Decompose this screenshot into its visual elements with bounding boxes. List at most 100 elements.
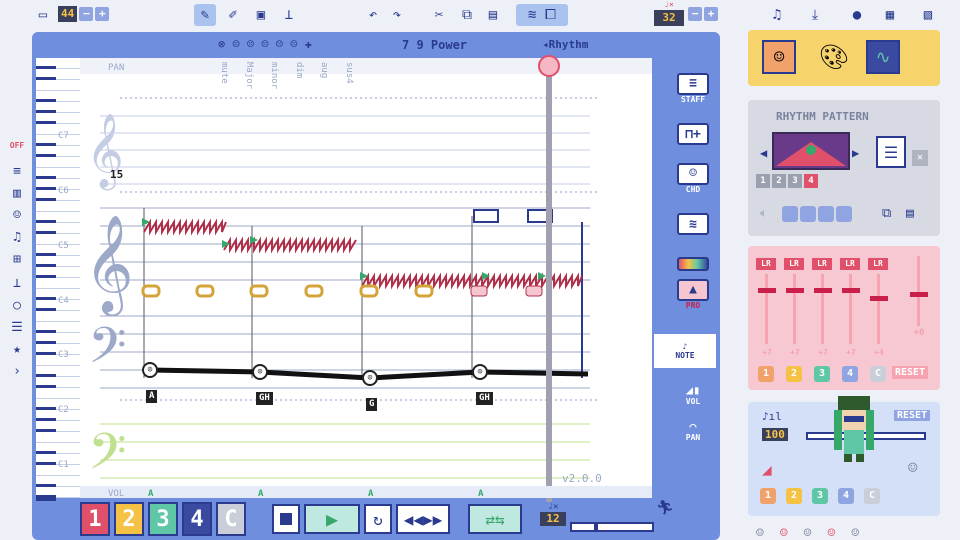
paste-icon[interactable]: ▤ [906, 206, 914, 221]
lr-toggle[interactable]: LR [840, 258, 860, 270]
synth-wave-icon[interactable]: ∿ [866, 40, 900, 74]
bass-note-face[interactable]: ☹ [252, 364, 268, 380]
track-button-3[interactable]: 3 [148, 502, 178, 536]
character-channel-2[interactable]: 2 [786, 488, 802, 504]
rhythm-notes-dense [470, 285, 543, 297]
ghost-icon[interactable]: ☺ [851, 526, 859, 540]
rhythm-step-3[interactable]: 3 [788, 174, 802, 188]
position-thumb[interactable] [594, 524, 598, 530]
slider-thumb[interactable] [814, 288, 832, 293]
ghost-icon[interactable]: ☺ [804, 526, 812, 540]
octave-label: C7 [58, 131, 69, 141]
copy-icon[interactable]: ⧉ [882, 206, 891, 221]
bass-note-face[interactable]: ☹ [362, 370, 378, 386]
pan-tool[interactable]: ⌒ PAN [674, 412, 712, 448]
step-tool[interactable]: ⊓+ [674, 116, 712, 152]
character-volume: 100 [762, 428, 788, 441]
play-button[interactable]: ▶ [304, 504, 360, 534]
mixer-reset-button[interactable]: RESET [892, 366, 929, 379]
chord-label[interactable]: GH [256, 392, 273, 405]
track-button-1[interactable]: 1 [80, 502, 110, 536]
vol-tool-label: VOL [685, 396, 701, 406]
lr-toggle[interactable]: LR [812, 258, 832, 270]
slider-thumb[interactable] [758, 288, 776, 293]
ghost-icon[interactable]: ☺ [780, 526, 788, 540]
channel-number[interactable]: 3 [814, 366, 830, 382]
mixer-channel-2[interactable]: LR +7 2 [784, 258, 806, 384]
instrument-icon[interactable] [800, 206, 816, 222]
rhythm-step-2[interactable]: 2 [772, 174, 786, 188]
slider-thumb[interactable] [786, 288, 804, 293]
track-button-c[interactable]: C [216, 502, 246, 536]
master-thumb[interactable] [910, 292, 928, 297]
chord-tool[interactable]: ☺ CHD [674, 160, 712, 196]
step-value: 12 [540, 512, 566, 526]
ghost-icon[interactable]: ☺ [756, 526, 764, 540]
palette-icon [677, 257, 709, 271]
character-reset-button[interactable]: RESET [894, 410, 931, 421]
mixer-channel-4[interactable]: LR +7 4 [840, 258, 862, 384]
master-slider[interactable]: +0 [908, 256, 930, 342]
fast-forward-icon[interactable]: ▶▶ [423, 510, 442, 529]
channel-number[interactable]: 1 [758, 366, 774, 382]
note-tool[interactable]: ♪ NOTE [654, 334, 716, 368]
chord-label[interactable]: A [146, 390, 158, 403]
vol-marker: A [258, 489, 264, 499]
song-book-icon[interactable]: ☺ [762, 40, 796, 74]
lower-bass-staff [100, 423, 590, 479]
character-channel-3[interactable]: 3 [812, 488, 828, 504]
smiley-icon[interactable]: ☺ [908, 458, 918, 477]
attack-icon[interactable]: ◢ [762, 460, 772, 479]
mixer-channel-1[interactable]: LR +7 1 [756, 258, 778, 384]
rhythm-notes [141, 284, 434, 298]
slider-thumb[interactable] [842, 288, 860, 293]
position-slider[interactable] [570, 522, 654, 532]
lr-toggle[interactable]: LR [868, 258, 888, 270]
mixer-channel-3[interactable]: LR +7 3 [812, 258, 834, 384]
instrument-icon[interactable] [836, 206, 852, 222]
seek-buttons[interactable]: ◀◀ ▶▶ [396, 504, 450, 534]
slider-thumb[interactable] [870, 296, 888, 301]
vol-marker: A [478, 489, 484, 499]
mixer-channel-5[interactable]: LR +4 C [868, 258, 890, 384]
channel-number[interactable]: 2 [786, 366, 802, 382]
rewind-icon[interactable]: ◀◀ [404, 510, 423, 529]
staff-tool[interactable]: ≡ STAFF [674, 70, 712, 106]
bass-note-face[interactable]: ☹ [472, 364, 488, 380]
character-channel-1[interactable]: 1 [760, 488, 776, 504]
lr-toggle[interactable]: LR [784, 258, 804, 270]
chevron-right-icon[interactable]: ▶ [852, 146, 859, 160]
character-channel-4[interactable]: 4 [838, 488, 854, 504]
track-button-4[interactable]: 4 [182, 502, 212, 536]
rhythm-step-1[interactable]: 1 [756, 174, 770, 188]
stop-button[interactable] [272, 504, 300, 534]
character-channel-c[interactable]: C [864, 488, 880, 504]
chord-label[interactable]: G [366, 398, 378, 411]
instrument-icon[interactable] [782, 206, 798, 222]
chevron-left-icon[interactable]: ◀ [760, 146, 767, 160]
instrument-icon[interactable] [818, 206, 834, 222]
bass-note-face[interactable]: ☹ [142, 362, 158, 378]
speaker-icon[interactable]: 🔈︎ [760, 206, 768, 221]
chord-label[interactable]: GH [476, 392, 493, 405]
channel-number[interactable]: 4 [842, 366, 858, 382]
vol-tool[interactable]: ◢▮ VOL [674, 376, 712, 412]
pattern-list-icon[interactable]: ☰ [876, 136, 906, 168]
loop-button[interactable]: ↻ [364, 504, 392, 534]
rhythm-preview[interactable] [772, 132, 850, 170]
layers-tool[interactable]: ≋ [674, 206, 712, 242]
channel-number[interactable]: C [870, 366, 886, 382]
slider-rail [877, 274, 880, 344]
repeat-icon[interactable]: ⇄⇆ [485, 510, 504, 529]
palette-icon[interactable]: 🎨︎ [814, 40, 854, 74]
pro-tool[interactable]: ▲ PRO [674, 276, 712, 312]
lr-toggle[interactable]: LR [756, 258, 776, 270]
rhythm-step-4[interactable]: 4 [804, 174, 818, 188]
slider-rail [821, 274, 824, 344]
ghost-icon[interactable]: ☺ [827, 526, 835, 540]
octave-label: C5 [58, 241, 69, 251]
close-icon[interactable]: ✕ [912, 150, 928, 166]
repeat-buttons[interactable]: ⇄⇆ [468, 504, 522, 534]
chord-type-label: minor [269, 62, 279, 90]
track-button-2[interactable]: 2 [114, 502, 144, 536]
